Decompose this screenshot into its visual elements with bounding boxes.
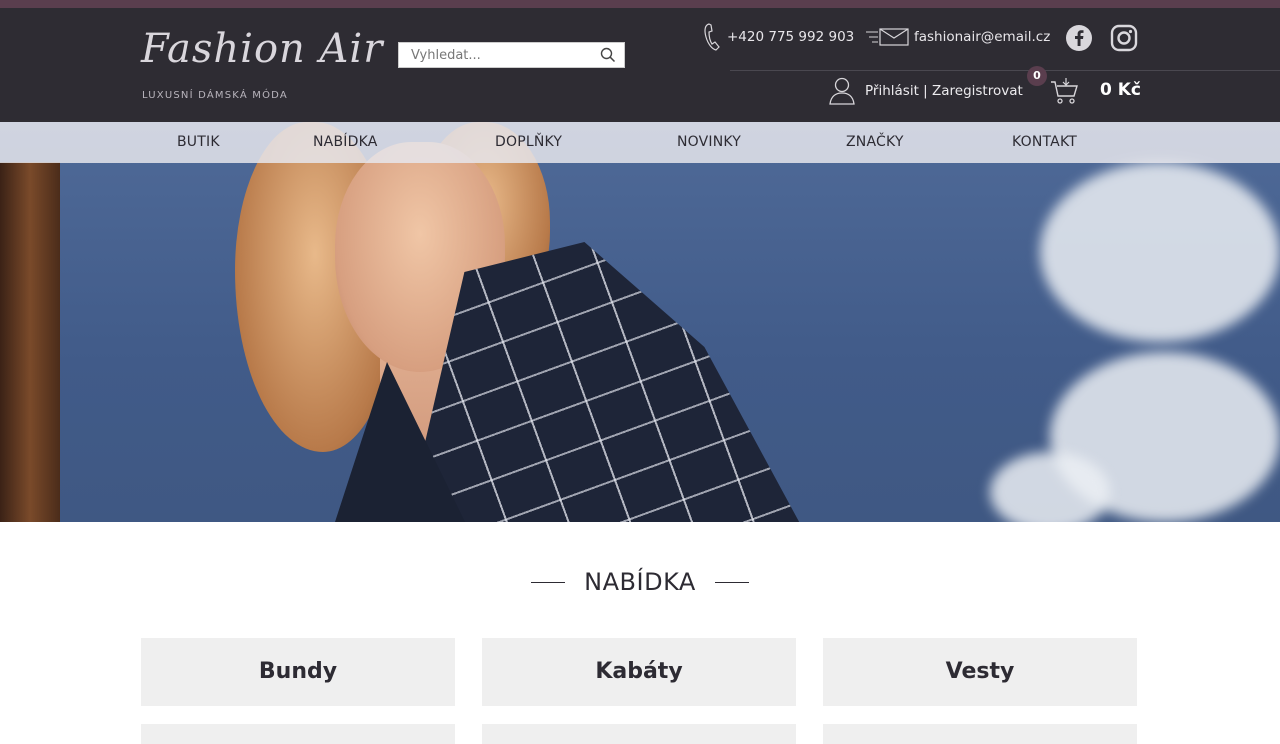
top-accent-strip [0, 0, 1280, 8]
hero-banner [0, 122, 1280, 522]
cart-icon [1051, 78, 1078, 104]
category-tile-vesty[interactable]: Vesty [823, 638, 1137, 706]
search-input[interactable] [399, 43, 595, 67]
category-tile-kabaty[interactable]: Kabáty [482, 638, 796, 706]
hero-cloud [1040, 162, 1280, 342]
instagram-icon [1110, 24, 1138, 52]
category-tile[interactable] [823, 724, 1137, 744]
cart-link[interactable] [1049, 76, 1079, 106]
instagram-link[interactable] [1110, 24, 1138, 52]
category-tile[interactable] [141, 724, 455, 744]
header-divider [730, 70, 1280, 71]
phone-link[interactable]: +420 775 992 903 [703, 22, 854, 52]
facebook-link[interactable] [1065, 24, 1093, 52]
nav-item-doplnky[interactable]: DOPLŇKY [495, 122, 562, 163]
envelope-icon [866, 28, 909, 46]
nav-item-nabidka[interactable]: NABÍDKA [313, 122, 377, 163]
login-register-link[interactable]: Přihlásit | Zaregistrovat [829, 76, 1023, 106]
main-nav: BUTIK NABÍDKA DOPLŇKY NOVINKY ZNAČKY KON… [0, 122, 1280, 163]
cart-total[interactable]: 0 Kč [1100, 80, 1141, 100]
email-link[interactable]: fashionair@email.cz [866, 22, 1050, 52]
phone-number: +420 775 992 903 [727, 29, 855, 45]
category-tile[interactable] [482, 724, 796, 744]
nav-item-butik[interactable]: BUTIK [177, 122, 220, 163]
site-header: Fashion Air LUXUSNÍ DÁMSKÁ MÓDA +420 775… [0, 8, 1280, 122]
cart-count-badge: 0 [1027, 66, 1047, 86]
logo-tagline: LUXUSNÍ DÁMSKÁ MÓDA [142, 90, 288, 101]
user-icon [829, 77, 855, 105]
phone-icon [704, 23, 720, 51]
heading-line-right [714, 581, 749, 583]
login-label: Přihlásit | Zaregistrovat [865, 83, 1023, 99]
nav-item-znacky[interactable]: ZNAČKY [846, 122, 904, 163]
category-tile-bundy[interactable]: Bundy [141, 638, 455, 706]
nav-item-kontakt[interactable]: KONTAKT [1012, 122, 1077, 163]
logo[interactable]: Fashion Air LUXUSNÍ DÁMSKÁ MÓDA [141, 26, 382, 106]
nav-item-novinky[interactable]: NOVINKY [677, 122, 741, 163]
search-box [398, 42, 625, 68]
section-heading: NABÍDKA [0, 568, 1280, 602]
heading-line-left [531, 581, 566, 583]
hero-cloud [990, 452, 1110, 522]
search-icon[interactable] [600, 47, 616, 63]
logo-text: Fashion Air [141, 26, 384, 72]
hero-wood-beam [0, 162, 60, 522]
email-address: fashionair@email.cz [914, 29, 1051, 45]
facebook-icon [1066, 25, 1092, 51]
section-title: NABÍDKA [584, 568, 696, 596]
